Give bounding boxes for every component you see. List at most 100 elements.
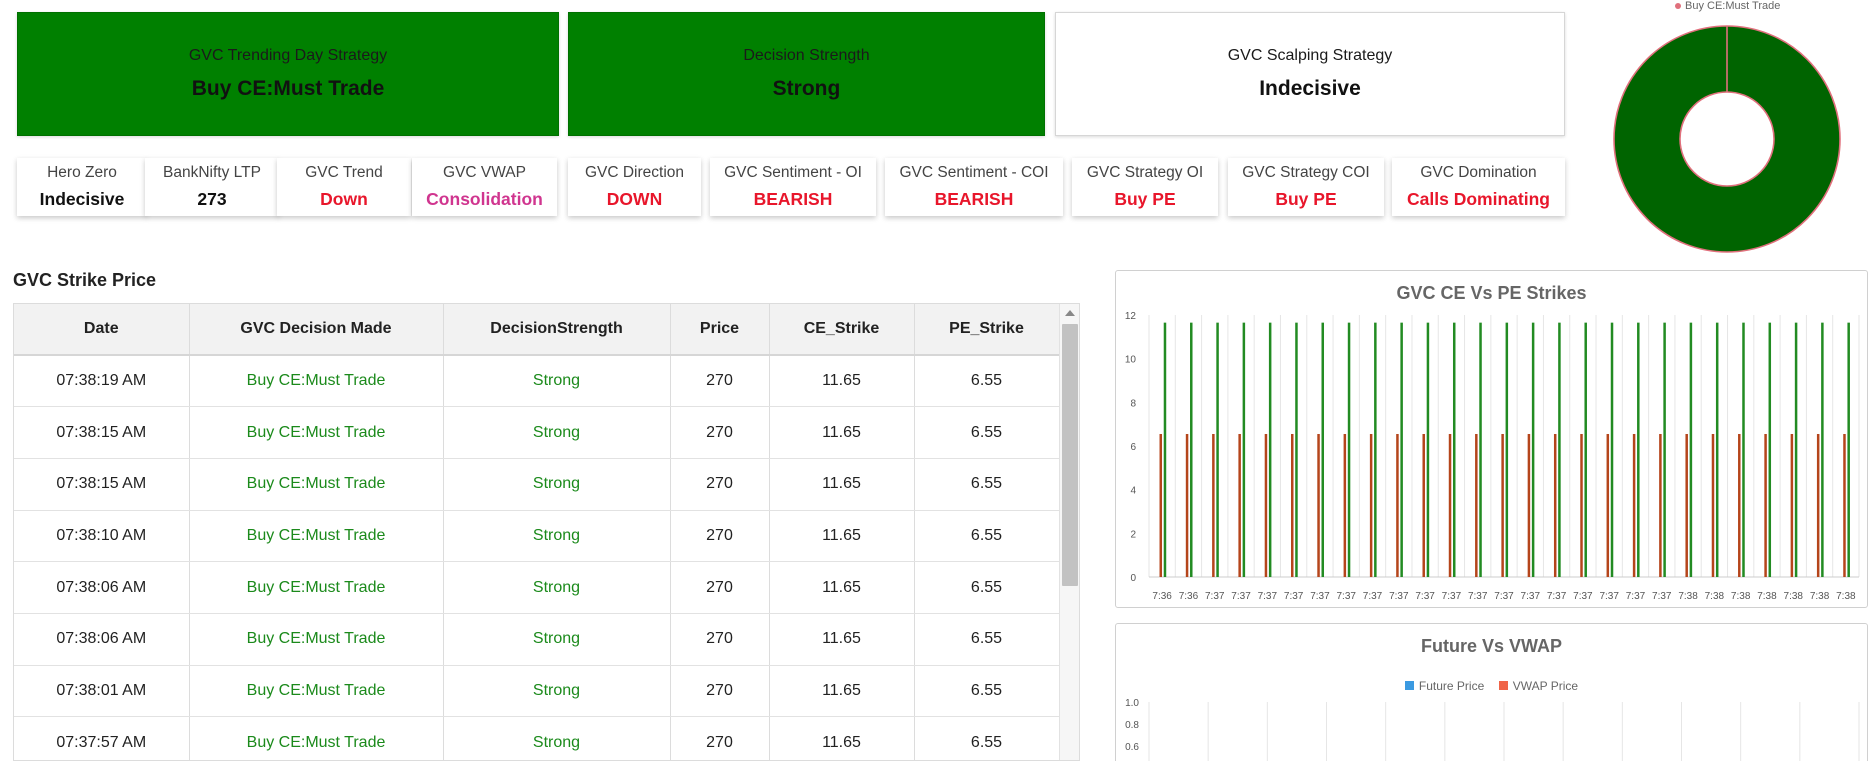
- ce-strike-bar[interactable]: [1216, 322, 1219, 577]
- cell-decision: Buy CE:Must Trade: [189, 716, 444, 760]
- indicator-value: Buy PE: [1114, 189, 1176, 209]
- pe-strike-bar[interactable]: [1659, 433, 1662, 577]
- ce-strike-bar[interactable]: [1321, 322, 1325, 577]
- pe-strike-bar[interactable]: [1291, 433, 1294, 577]
- indicator-title: GVC Strategy COI: [1242, 164, 1370, 181]
- column-header-strength[interactable]: DecisionStrength: [443, 304, 671, 356]
- pe-strike-bar[interactable]: [1448, 433, 1452, 577]
- pe-strike-bar[interactable]: [1527, 433, 1531, 577]
- pe-strike-bar[interactable]: [1843, 433, 1846, 577]
- pe-strike-bar[interactable]: [1185, 433, 1189, 577]
- ce-strike-bar[interactable]: [1400, 322, 1403, 577]
- pe-strike-bar[interactable]: [1369, 433, 1373, 577]
- indicator-hero-zero: Hero Zero Indecisive: [17, 158, 147, 216]
- indicator-title: GVC Direction: [584, 164, 685, 181]
- ce-strike-bar[interactable]: [1821, 322, 1824, 577]
- pe-strike-bar[interactable]: [1212, 433, 1215, 577]
- column-header-ce-strike[interactable]: CE_Strike: [769, 304, 915, 356]
- scalping-strategy-value: Indecisive: [1259, 77, 1361, 100]
- x-tick-label: 7:37: [1231, 591, 1251, 602]
- column-header-decision[interactable]: GVC Decision Made: [189, 304, 444, 356]
- cell-decision: Buy CE:Must Trade: [189, 510, 444, 563]
- ce-strike-bar[interactable]: [1242, 322, 1246, 577]
- ce-strike-bar[interactable]: [1768, 322, 1772, 577]
- ce-strike-bar[interactable]: [1531, 322, 1535, 577]
- ce-strike-bar[interactable]: [1190, 322, 1193, 577]
- cell-ce-strike: 11.65: [769, 716, 915, 760]
- pe-strike-bar[interactable]: [1816, 433, 1820, 577]
- indicator-title: GVC Strategy OI: [1086, 164, 1204, 181]
- pe-strike-bar[interactable]: [1238, 433, 1241, 577]
- ce-strike-bar[interactable]: [1794, 322, 1798, 577]
- table-row[interactable]: 07:37:57 AM Buy CE:Must Trade Strong 270…: [14, 716, 1060, 760]
- ce-vs-pe-chart-svg: 0 2 4 6 8 10 12 7:36 7:36 7:37 7:37 7:37 7:37 7:37 7:3…: [1125, 311, 1860, 602]
- cell-strength: Strong: [443, 665, 671, 718]
- ce-strike-bar[interactable]: [1742, 322, 1745, 577]
- cell-date: 07:38:06 AM: [14, 561, 190, 614]
- pe-strike-bar[interactable]: [1738, 433, 1741, 577]
- ce-strike-bar[interactable]: [1505, 322, 1509, 577]
- ce-strike-bar[interactable]: [1610, 322, 1614, 577]
- donut-legend[interactable]: Buy CE:Must Trade: [1675, 0, 1780, 12]
- ce-strike-bar[interactable]: [1268, 322, 1272, 577]
- pe-strike-bar[interactable]: [1553, 433, 1557, 577]
- cell-pe-strike: 6.55: [914, 561, 1060, 614]
- x-tick-label: 7:37: [1363, 591, 1383, 602]
- table-row[interactable]: 07:38:19 AM Buy CE:Must Trade Strong 270…: [14, 355, 1060, 408]
- ce-strike-bar[interactable]: [1347, 322, 1351, 577]
- column-header-price[interactable]: Price: [670, 304, 770, 356]
- pe-strike-bar[interactable]: [1580, 433, 1583, 577]
- ce-strike-bar[interactable]: [1479, 322, 1482, 577]
- ce-strike-bar[interactable]: [1163, 322, 1167, 577]
- scrollbar-thumb[interactable]: [1062, 324, 1078, 586]
- pe-strike-bar[interactable]: [1343, 433, 1347, 577]
- x-tick-label: 7:38: [1810, 591, 1830, 602]
- pe-strike-bar[interactable]: [1501, 433, 1504, 577]
- donut-svg: [1613, 25, 1841, 253]
- pe-strike-bar[interactable]: [1475, 433, 1478, 577]
- ce-strike-bar[interactable]: [1637, 322, 1640, 577]
- pe-strike-bar[interactable]: [1685, 433, 1688, 577]
- pe-strike-bar[interactable]: [1396, 433, 1399, 577]
- indicator-value: BEARISH: [934, 189, 1014, 209]
- ce-strike-bar[interactable]: [1689, 322, 1693, 577]
- ce-strike-bar[interactable]: [1584, 322, 1587, 577]
- x-tick-label: 7:37: [1468, 591, 1488, 602]
- ce-strike-bar[interactable]: [1715, 322, 1719, 577]
- ce-strike-bar[interactable]: [1452, 322, 1456, 577]
- cell-decision: Buy CE:Must Trade: [189, 458, 444, 511]
- x-tick-label: 7:38: [1678, 591, 1698, 602]
- pe-strike-bar[interactable]: [1764, 433, 1767, 577]
- x-tick-label: 7:37: [1599, 591, 1619, 602]
- table-row[interactable]: 07:38:15 AM Buy CE:Must Trade Strong 270…: [14, 406, 1060, 459]
- pe-strike-bar[interactable]: [1606, 433, 1610, 577]
- pe-strike-bar[interactable]: [1632, 433, 1636, 577]
- pe-strike-bar[interactable]: [1159, 433, 1163, 577]
- donut-inner-border: [1679, 91, 1775, 187]
- pe-strike-bar[interactable]: [1422, 433, 1425, 577]
- ce-strike-bar[interactable]: [1374, 322, 1377, 577]
- pe-strike-bar[interactable]: [1317, 433, 1320, 577]
- table-row[interactable]: 07:38:06 AM Buy CE:Must Trade Strong 270…: [14, 561, 1060, 614]
- table-row[interactable]: 07:38:06 AM Buy CE:Must Trade Strong 270…: [14, 613, 1060, 666]
- cell-price: 270: [670, 561, 770, 614]
- ce-strike-bar[interactable]: [1558, 322, 1561, 577]
- table-scrollbar[interactable]: [1059, 304, 1079, 760]
- ce-strike-bar[interactable]: [1663, 322, 1666, 577]
- indicator-banknifty-ltp: BankNifty LTP 273: [145, 158, 279, 216]
- ce-strike-bar[interactable]: [1847, 322, 1850, 577]
- ce-strike-bar[interactable]: [1426, 322, 1430, 577]
- pe-strike-bar[interactable]: [1790, 433, 1794, 577]
- cell-date: 07:38:01 AM: [14, 665, 190, 718]
- x-tick-label: 7:38: [1705, 591, 1725, 602]
- table-row[interactable]: 07:38:01 AM Buy CE:Must Trade Strong 270…: [14, 665, 1060, 718]
- table-row[interactable]: 07:38:10 AM Buy CE:Must Trade Strong 270…: [14, 510, 1060, 563]
- pe-strike-bar[interactable]: [1264, 433, 1268, 577]
- ce-strike-bar[interactable]: [1295, 322, 1298, 577]
- cell-price: 270: [670, 510, 770, 563]
- column-header-date[interactable]: Date: [14, 304, 190, 356]
- table-row[interactable]: 07:38:15 AM Buy CE:Must Trade Strong 270…: [14, 458, 1060, 511]
- column-header-pe-strike[interactable]: PE_Strike: [914, 304, 1060, 356]
- pe-strike-bar[interactable]: [1711, 433, 1715, 577]
- scroll-up-arrow-icon[interactable]: [1065, 310, 1075, 316]
